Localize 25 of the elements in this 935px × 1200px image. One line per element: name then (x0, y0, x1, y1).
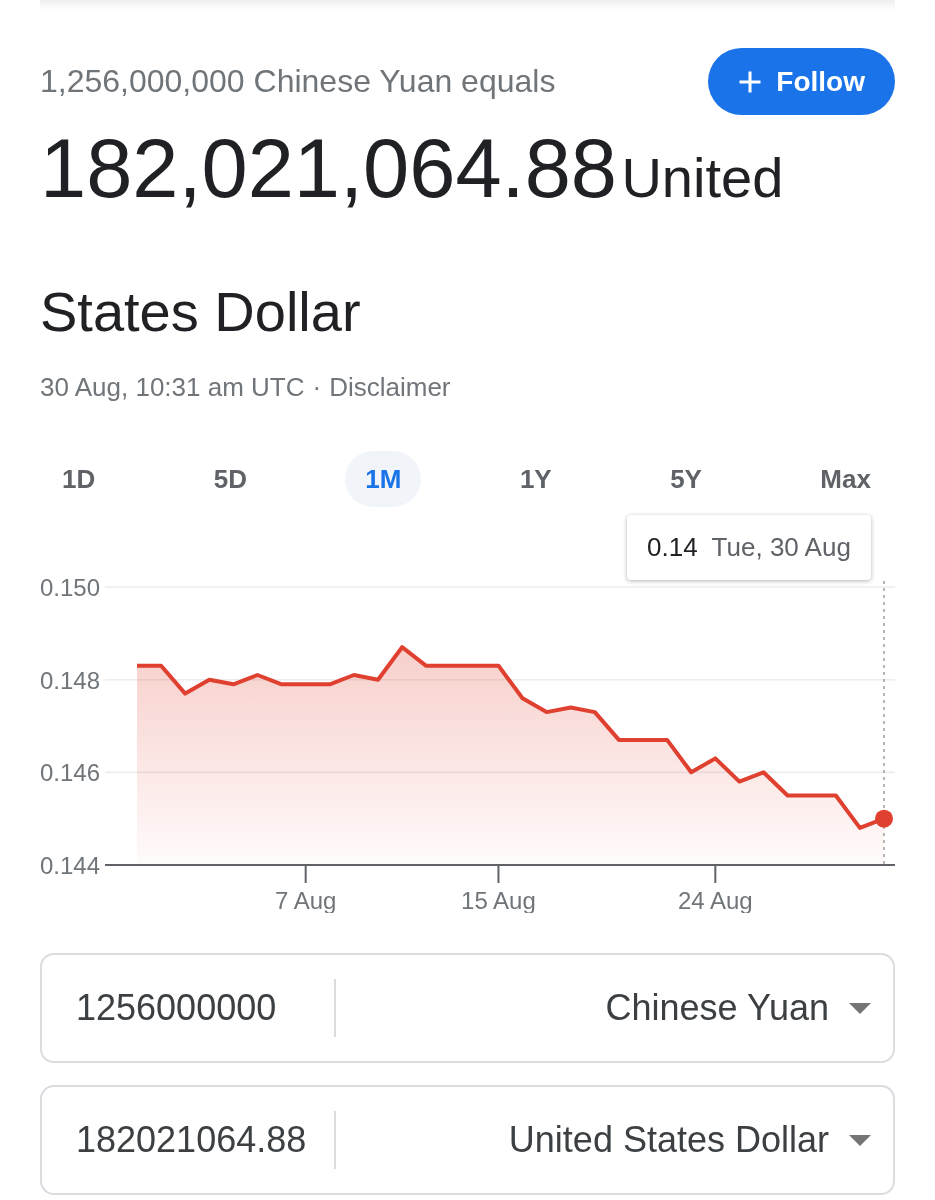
follow-button[interactable]: Follow (708, 48, 895, 115)
y-axis-label: 0.146 (40, 759, 101, 787)
disclaimer-link[interactable]: Disclaimer (329, 372, 451, 403)
caret-icon (849, 1134, 871, 1146)
currency-dropdown[interactable]: United States Dollar (336, 1087, 893, 1193)
tooltip-date: Tue, 30 Aug (711, 532, 851, 563)
amount-input[interactable]: 1256000000 (42, 987, 326, 1029)
data-point-marker (875, 809, 893, 828)
separator-dot: · (312, 372, 322, 403)
amount-input[interactable]: 182021064.88 (42, 1119, 326, 1161)
timestamp: 30 Aug, 10:31 am UTC (40, 372, 305, 403)
y-axis-label: 0.144 (40, 852, 101, 879)
time-range-tab[interactable]: Max (800, 451, 891, 507)
conversion-caption: 1,256,000,000 Chinese Yuan equals (40, 63, 556, 100)
caret-icon (849, 1002, 871, 1014)
time-range-tab[interactable]: 1D (42, 451, 116, 507)
time-range-tab[interactable]: 1M (345, 451, 422, 507)
y-axis-label: 0.148 (40, 666, 101, 694)
time-range-tab[interactable]: 5D (193, 451, 267, 507)
tooltip-value: 0.14 (647, 532, 698, 563)
conversion-result: 182,021,064.88United States Dollar (40, 121, 785, 345)
time-range-tab[interactable]: 1Y (499, 451, 572, 507)
time-range-tab[interactable]: 5Y (650, 451, 722, 507)
currency-dropdown[interactable]: Chinese Yuan (336, 955, 893, 1061)
y-axis-label: 0.150 (40, 574, 101, 601)
